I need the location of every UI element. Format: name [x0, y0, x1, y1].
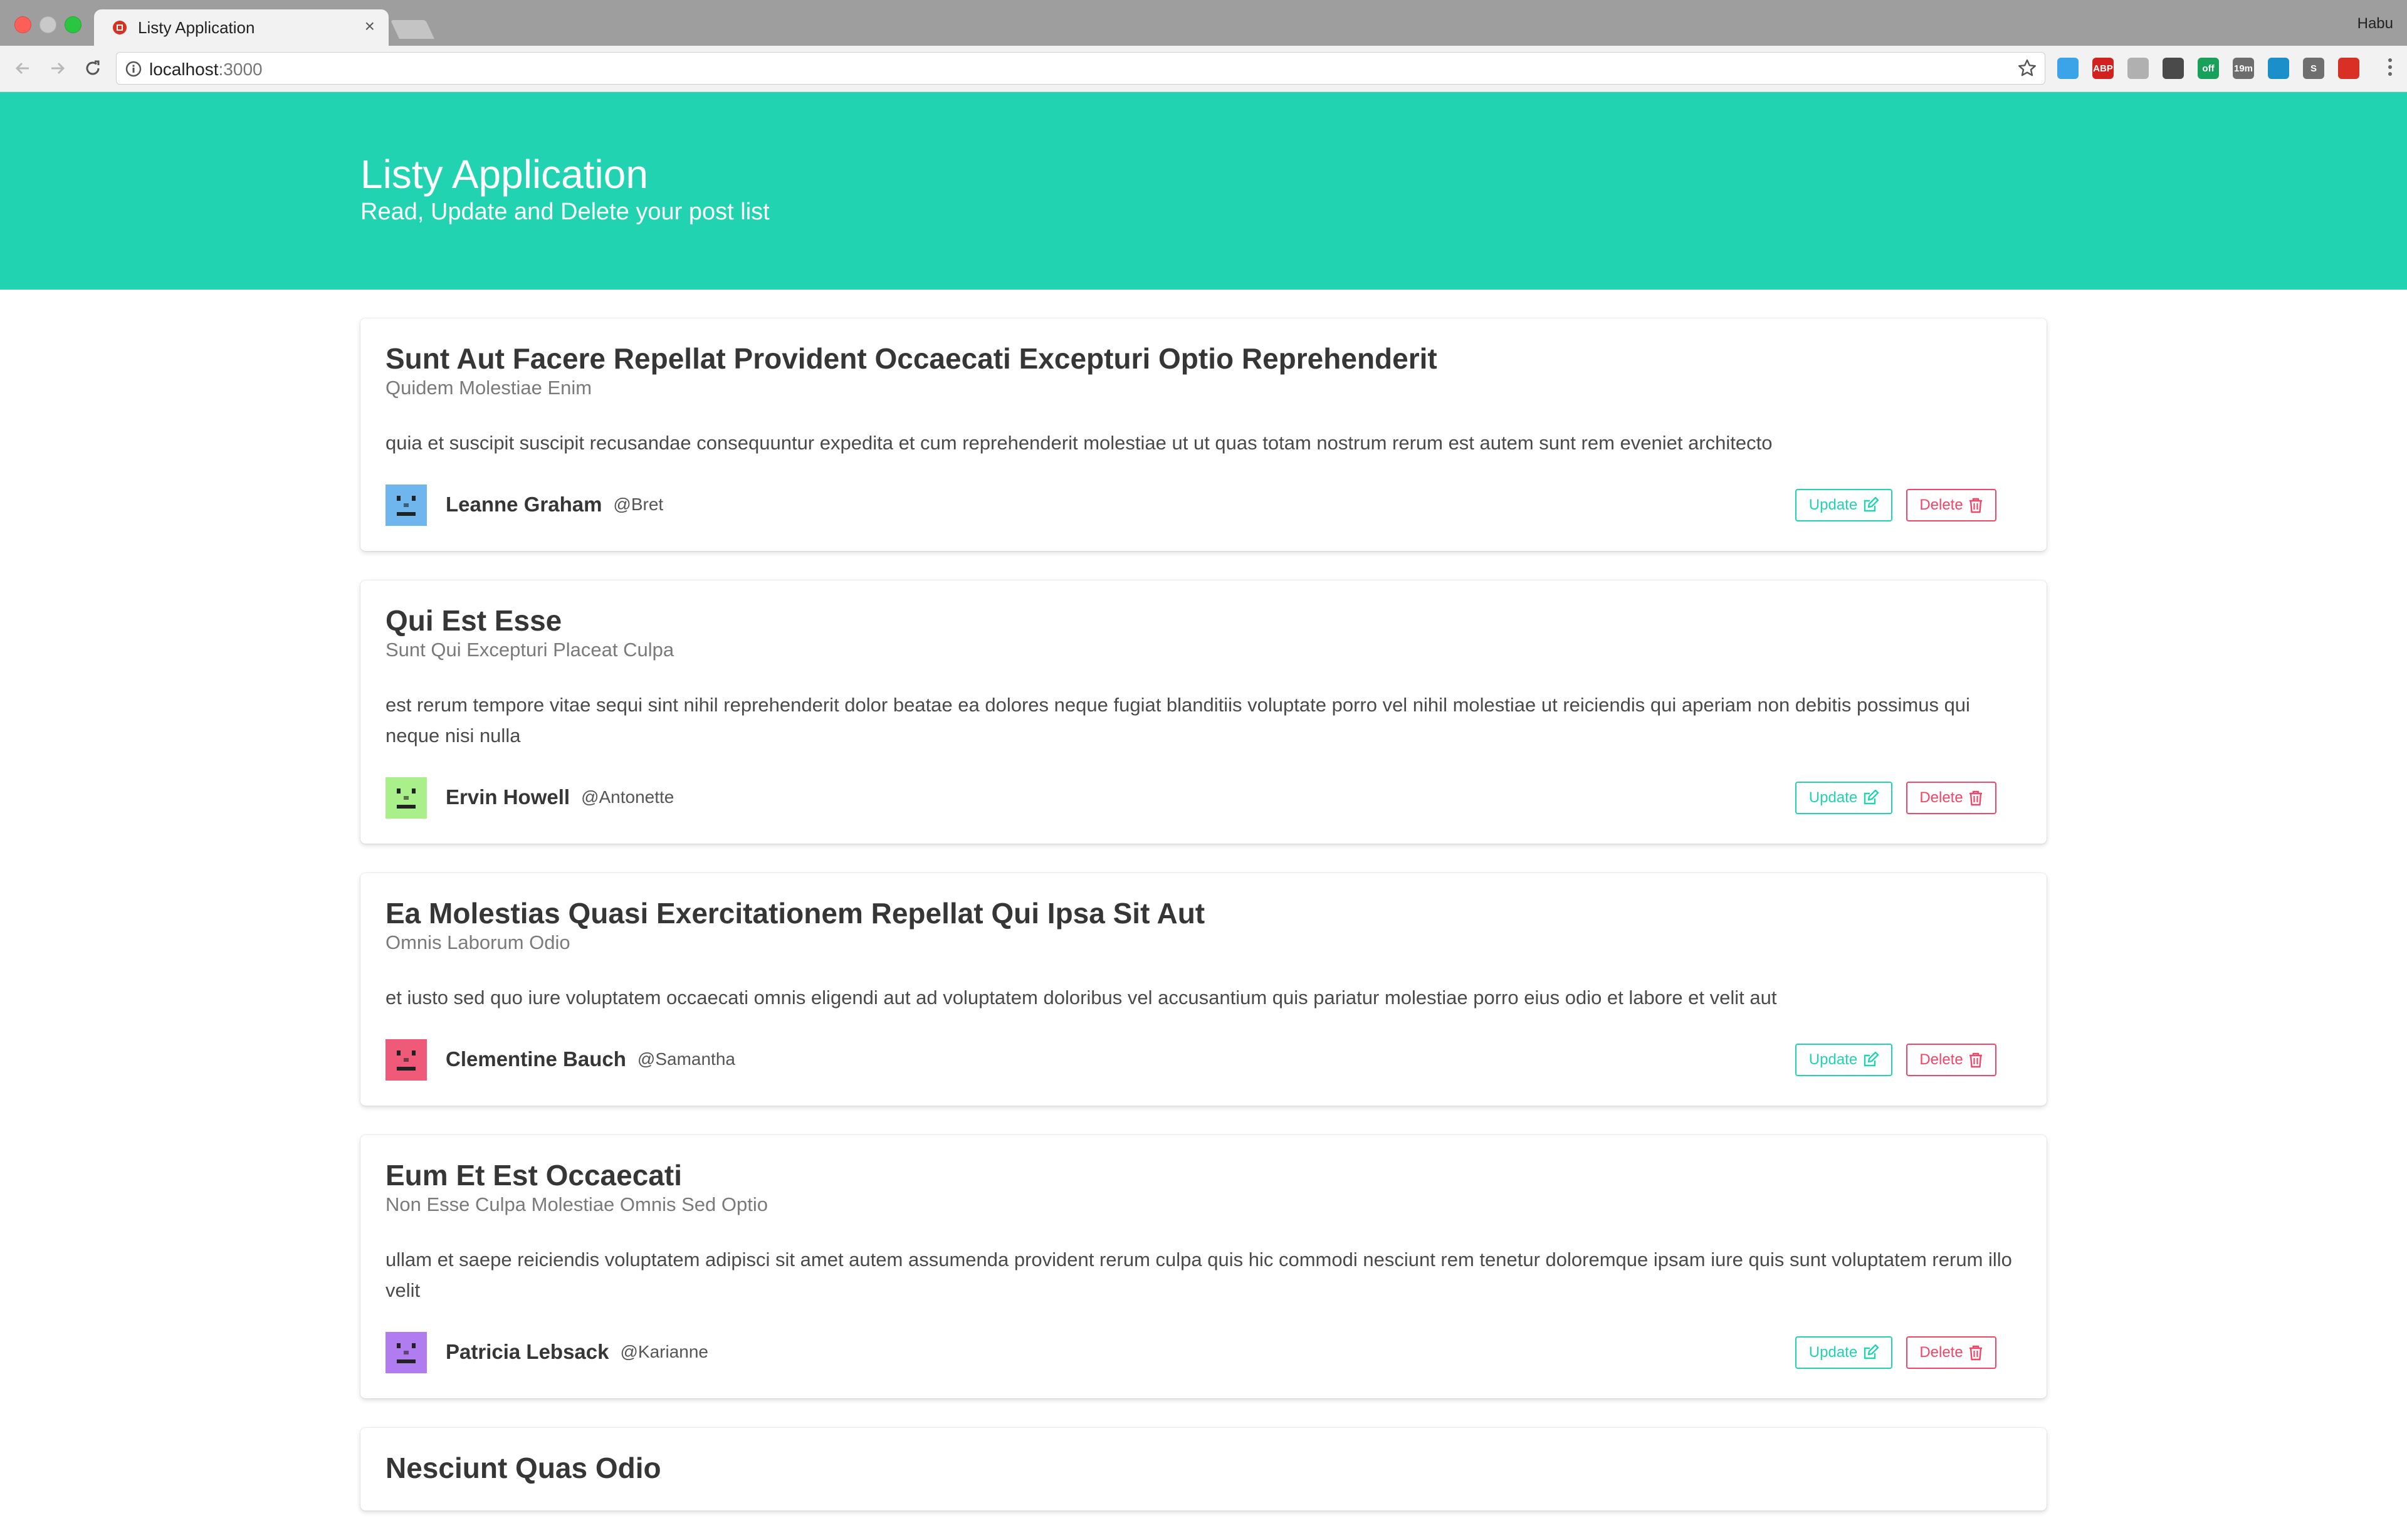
- close-window-button[interactable]: [14, 16, 31, 33]
- post-body: quia et suscipit suscipit recusandae con…: [385, 432, 1773, 454]
- forward-icon[interactable]: [45, 56, 70, 81]
- post-card: Ea Molestias Quasi Exercitationem Repell…: [360, 873, 2047, 1106]
- author-username: @Samantha: [637, 1049, 735, 1069]
- grammarly-ext-label: off: [2202, 63, 2215, 74]
- s-ext-icon[interactable]: S: [2303, 58, 2324, 79]
- timer-ext-label: 19m: [2233, 63, 2253, 74]
- tab-close-icon[interactable]: ×: [365, 17, 375, 36]
- minimize-window-button[interactable]: [39, 16, 56, 33]
- post-title: Qui Est Esse: [385, 604, 562, 637]
- post-subtitle: Quidem Molestiae Enim: [385, 377, 592, 399]
- vivaldi-ext-icon[interactable]: [2057, 58, 2079, 79]
- update-label: Update: [1808, 496, 1858, 513]
- post-footer: Ervin Howell @Antonette Update Delete: [385, 777, 2022, 819]
- post-card: Qui Est Esse Sunt Qui Excepturi Placeat …: [360, 580, 2047, 844]
- edit-icon: [1864, 497, 1879, 512]
- post-card: Sunt Aut Facere Repellat Provident Occae…: [360, 318, 2047, 551]
- trash-icon: [1969, 790, 1982, 806]
- shield-ext-icon[interactable]: [2268, 58, 2289, 79]
- app-title: Listy Application: [360, 152, 648, 197]
- avatar: [385, 1039, 427, 1081]
- trash-icon: [1969, 498, 1982, 513]
- delete-label: Delete: [1919, 1051, 1963, 1068]
- pocket-icon[interactable]: [2163, 58, 2184, 79]
- avatar: [385, 1332, 427, 1373]
- reload-icon[interactable]: [80, 56, 105, 81]
- browser-tab-bar: Listy Application × Habu: [0, 0, 2407, 46]
- avatar: [385, 777, 427, 819]
- delete-button[interactable]: Delete: [1906, 1336, 1996, 1369]
- edit-icon: [1864, 790, 1879, 805]
- post-subtitle: Non Esse Culpa Molestiae Omnis Sed Optio: [385, 1193, 768, 1215]
- timer-ext-icon[interactable]: 19m: [2233, 58, 2254, 79]
- trash-icon: [1969, 1052, 1982, 1068]
- update-button[interactable]: Update: [1795, 1044, 1892, 1076]
- red-ext-icon[interactable]: [2338, 58, 2359, 79]
- update-label: Update: [1808, 1344, 1858, 1361]
- author-username: @Karianne: [620, 1342, 709, 1361]
- delete-label: Delete: [1919, 1344, 1963, 1361]
- post-footer: Clementine Bauch @Samantha Update Delete: [385, 1039, 2022, 1081]
- post-title: Eum Et Est Occaecati: [385, 1159, 682, 1192]
- hero-banner: Listy Application Read, Update and Delet…: [0, 92, 2407, 290]
- delete-label: Delete: [1919, 496, 1963, 513]
- browser-tab-active[interactable]: Listy Application ×: [94, 9, 389, 46]
- author-name: Clementine Bauch: [446, 1047, 626, 1071]
- post-body: ullam et saepe reiciendis voluptatem adi…: [385, 1249, 2012, 1301]
- cloud-ext-icon[interactable]: [2127, 58, 2149, 79]
- url-host: localhost: [149, 60, 219, 79]
- post-subtitle: Omnis Laborum Odio: [385, 931, 570, 953]
- post-body: est rerum tempore vitae sequi sint nihil…: [385, 694, 1970, 746]
- grammarly-ext-icon[interactable]: off: [2198, 58, 2219, 79]
- adblock-plus-icon[interactable]: ABP: [2092, 58, 2114, 79]
- s-ext-label: S: [2310, 63, 2317, 74]
- edit-icon: [1864, 1344, 1879, 1359]
- post-title: Ea Molestias Quasi Exercitationem Repell…: [385, 897, 1205, 930]
- update-button[interactable]: Update: [1795, 1336, 1892, 1369]
- author-username: @Bret: [613, 495, 664, 514]
- update-label: Update: [1808, 1051, 1858, 1068]
- avatar: [385, 485, 427, 526]
- post-subtitle: Sunt Qui Excepturi Placeat Culpa: [385, 639, 674, 661]
- author-name: Patricia Lebsack: [446, 1340, 609, 1363]
- post-list: Sunt Aut Facere Repellat Provident Occae…: [360, 318, 2047, 1540]
- maximize-window-button[interactable]: [65, 16, 81, 33]
- update-button[interactable]: Update: [1795, 782, 1892, 814]
- favicon-icon: [113, 21, 127, 34]
- edit-icon: [1864, 1052, 1879, 1067]
- post-title: Sunt Aut Facere Repellat Provident Occae…: [385, 342, 1437, 375]
- url-port: :3000: [218, 60, 263, 79]
- post-body: et iusto sed quo iure voluptatem occaeca…: [385, 987, 1777, 1008]
- browser-menu-icon[interactable]: [2387, 58, 2393, 76]
- info-icon[interactable]: [125, 61, 142, 77]
- delete-label: Delete: [1919, 789, 1963, 806]
- back-icon[interactable]: [10, 56, 35, 81]
- author-name: Leanne Graham: [446, 493, 602, 516]
- post-card: Eum Et Est Occaecati Non Esse Culpa Mole…: [360, 1135, 2047, 1398]
- profile-name[interactable]: Habu: [2357, 15, 2393, 33]
- delete-button[interactable]: Delete: [1906, 782, 1996, 814]
- bookmark-star-icon[interactable]: [2017, 58, 2037, 78]
- browser-toolbar: localhost:3000 ABP off 19m S: [0, 46, 2407, 92]
- post-footer: Patricia Lebsack @Karianne Update Delete: [385, 1332, 2022, 1373]
- url-text: localhost:3000: [149, 60, 263, 80]
- update-button[interactable]: Update: [1795, 489, 1892, 521]
- delete-button[interactable]: Delete: [1906, 1044, 1996, 1076]
- delete-button[interactable]: Delete: [1906, 489, 1996, 521]
- adblock-plus-label: ABP: [2093, 63, 2113, 74]
- post-card: Nesciunt Quas Odio: [360, 1428, 2047, 1511]
- tab-title: Listy Application: [138, 18, 255, 37]
- post-footer: Leanne Graham @Bret Update Delete: [385, 485, 2022, 526]
- new-tab-button[interactable]: [391, 20, 434, 39]
- author-name: Ervin Howell: [446, 785, 570, 809]
- author-username: @Antonette: [581, 787, 674, 807]
- app-subtitle: Read, Update and Delete your post list: [360, 199, 770, 225]
- address-bar[interactable]: localhost:3000: [116, 52, 2045, 85]
- post-title: Nesciunt Quas Odio: [385, 1452, 661, 1484]
- update-label: Update: [1808, 789, 1858, 806]
- trash-icon: [1969, 1345, 1982, 1361]
